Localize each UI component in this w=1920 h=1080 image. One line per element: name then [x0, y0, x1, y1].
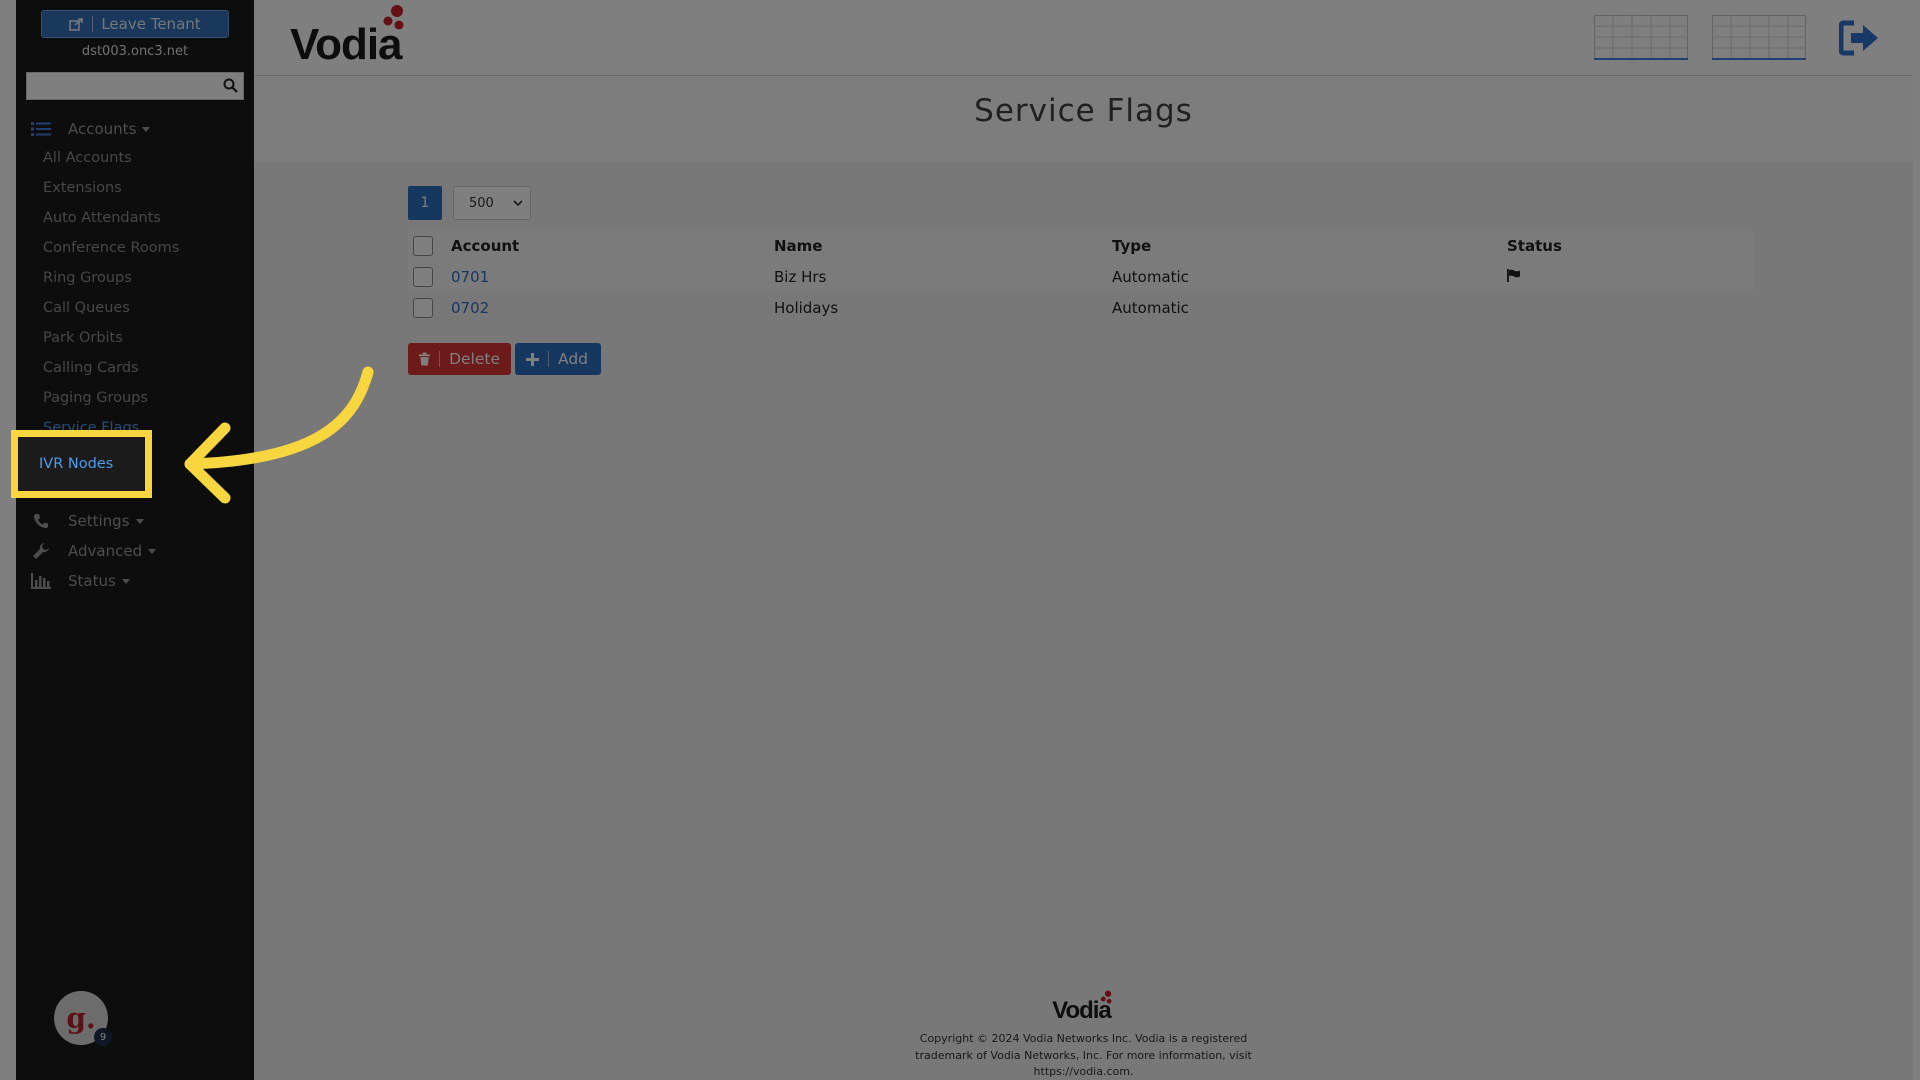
account-link[interactable]: 0701: [451, 268, 489, 286]
button-separator: [439, 351, 441, 367]
logo-dots-icon: [383, 5, 404, 30]
app-frame: Leave Tenant dst003.onc3.net Accounts Al…: [16, 0, 1913, 1080]
account-link[interactable]: 0702: [451, 299, 489, 317]
add-button[interactable]: Add: [515, 343, 601, 375]
trash-icon: [419, 352, 431, 366]
footer-vodia-logo[interactable]: Vodia: [1052, 990, 1115, 1025]
row-checkbox[interactable]: [413, 266, 433, 287]
nav-group-settings[interactable]: Settings: [30, 509, 144, 533]
avatar-letter: g.: [66, 1001, 96, 1035]
nav-group-label: Advanced: [68, 542, 143, 560]
phone-icon: [30, 511, 52, 531]
page-title: Service Flags: [974, 93, 1193, 129]
chevron-down-icon: [513, 200, 523, 207]
search-input[interactable]: [27, 73, 215, 99]
external-link-icon: [69, 17, 84, 31]
table-row: 0702 Holidays Automatic: [408, 292, 1754, 323]
notification-badge: 9: [94, 1028, 112, 1046]
nav-group-label: Settings: [68, 512, 130, 530]
table-row: 0701 Biz Hrs Automatic: [408, 261, 1754, 292]
nav-group-label: Status: [68, 572, 116, 590]
nav-group-label: Accounts: [68, 120, 137, 138]
flag-name: Holidays: [774, 298, 839, 317]
sidebar-search: [26, 72, 244, 100]
flag-type: Automatic: [1112, 298, 1189, 317]
select-all-checkbox[interactable]: [413, 235, 433, 256]
sidebar-item-park-orbits[interactable]: Park Orbits: [43, 327, 123, 349]
button-separator: [92, 16, 94, 32]
caret-down-icon: [148, 548, 157, 554]
row-checkbox[interactable]: [413, 297, 433, 318]
wrench-icon: [30, 541, 52, 561]
sidebar-item-conference-rooms[interactable]: Conference Rooms: [43, 237, 179, 259]
highlight-label: IVR Nodes: [39, 456, 114, 472]
footer: Vodia Copyright © 2024 Vodia Networks In…: [254, 990, 1913, 1080]
sidebar-item-call-queues[interactable]: Call Queues: [43, 297, 130, 319]
grid-layout-icon[interactable]: [1594, 15, 1688, 60]
flag-name: Biz Hrs: [774, 267, 827, 286]
logo-dots-icon: [1100, 990, 1112, 1004]
caret-down-icon: [121, 578, 130, 584]
service-flags-table: Account Name Type Status 0701 Biz Hrs Au…: [408, 230, 1754, 323]
list-icon: [30, 119, 52, 139]
sidebar-item-extensions[interactable]: Extensions: [43, 177, 122, 199]
search-icon[interactable]: [223, 78, 238, 93]
title-band: Service Flags: [254, 76, 1913, 162]
footer-copyright: Copyright © 2024 Vodia Networks Inc. Vod…: [915, 1032, 1252, 1078]
sidebar-item-all-accounts[interactable]: All Accounts: [43, 147, 132, 169]
vodia-logo[interactable]: Vodia: [290, 4, 410, 70]
sidebar-item-auto-attendants[interactable]: Auto Attendants: [43, 207, 161, 229]
leave-tenant-button[interactable]: Leave Tenant: [41, 10, 229, 38]
caret-down-icon: [142, 126, 151, 132]
column-header-account[interactable]: Account: [451, 230, 774, 261]
flag-type: Automatic: [1112, 267, 1189, 286]
column-header-name[interactable]: Name: [774, 230, 1112, 261]
grid-layout-icon[interactable]: [1712, 15, 1806, 60]
nav-group-advanced[interactable]: Advanced: [30, 539, 157, 563]
pagination-page-1[interactable]: 1: [408, 186, 442, 220]
tenant-domain: dst003.onc3.net: [81, 44, 189, 59]
flag-status: [1507, 292, 1754, 323]
plus-icon: [526, 352, 539, 366]
page-size-select[interactable]: 500: [453, 186, 531, 220]
sidebar-item-ring-groups[interactable]: Ring Groups: [43, 267, 132, 289]
sidebar-item-calling-cards[interactable]: Calling Cards: [43, 357, 139, 379]
nav-group-status[interactable]: Status: [30, 569, 130, 593]
table-header-row: Account Name Type Status: [408, 230, 1754, 261]
page-size-value: 500: [469, 195, 494, 211]
delete-label: Delete: [449, 350, 500, 368]
leave-tenant-label: Leave Tenant: [101, 15, 201, 33]
delete-button[interactable]: Delete: [408, 343, 511, 375]
caret-down-icon: [135, 518, 144, 524]
pointer-arrow-icon: [184, 366, 374, 504]
column-header-type[interactable]: Type: [1112, 230, 1507, 261]
bar-chart-icon: [30, 571, 52, 591]
highlight-box[interactable]: IVR Nodes: [11, 430, 152, 498]
flag-icon: [1507, 268, 1520, 282]
nav-group-accounts[interactable]: Accounts: [30, 117, 151, 141]
add-label: Add: [558, 350, 589, 368]
logout-icon[interactable]: [1839, 20, 1881, 56]
sidebar-item-paging-groups[interactable]: Paging Groups: [43, 387, 148, 409]
button-separator: [548, 351, 549, 367]
sidebar: Leave Tenant dst003.onc3.net Accounts Al…: [16, 0, 254, 1080]
column-header-status[interactable]: Status: [1507, 230, 1754, 261]
header: Vodia: [254, 0, 1913, 76]
